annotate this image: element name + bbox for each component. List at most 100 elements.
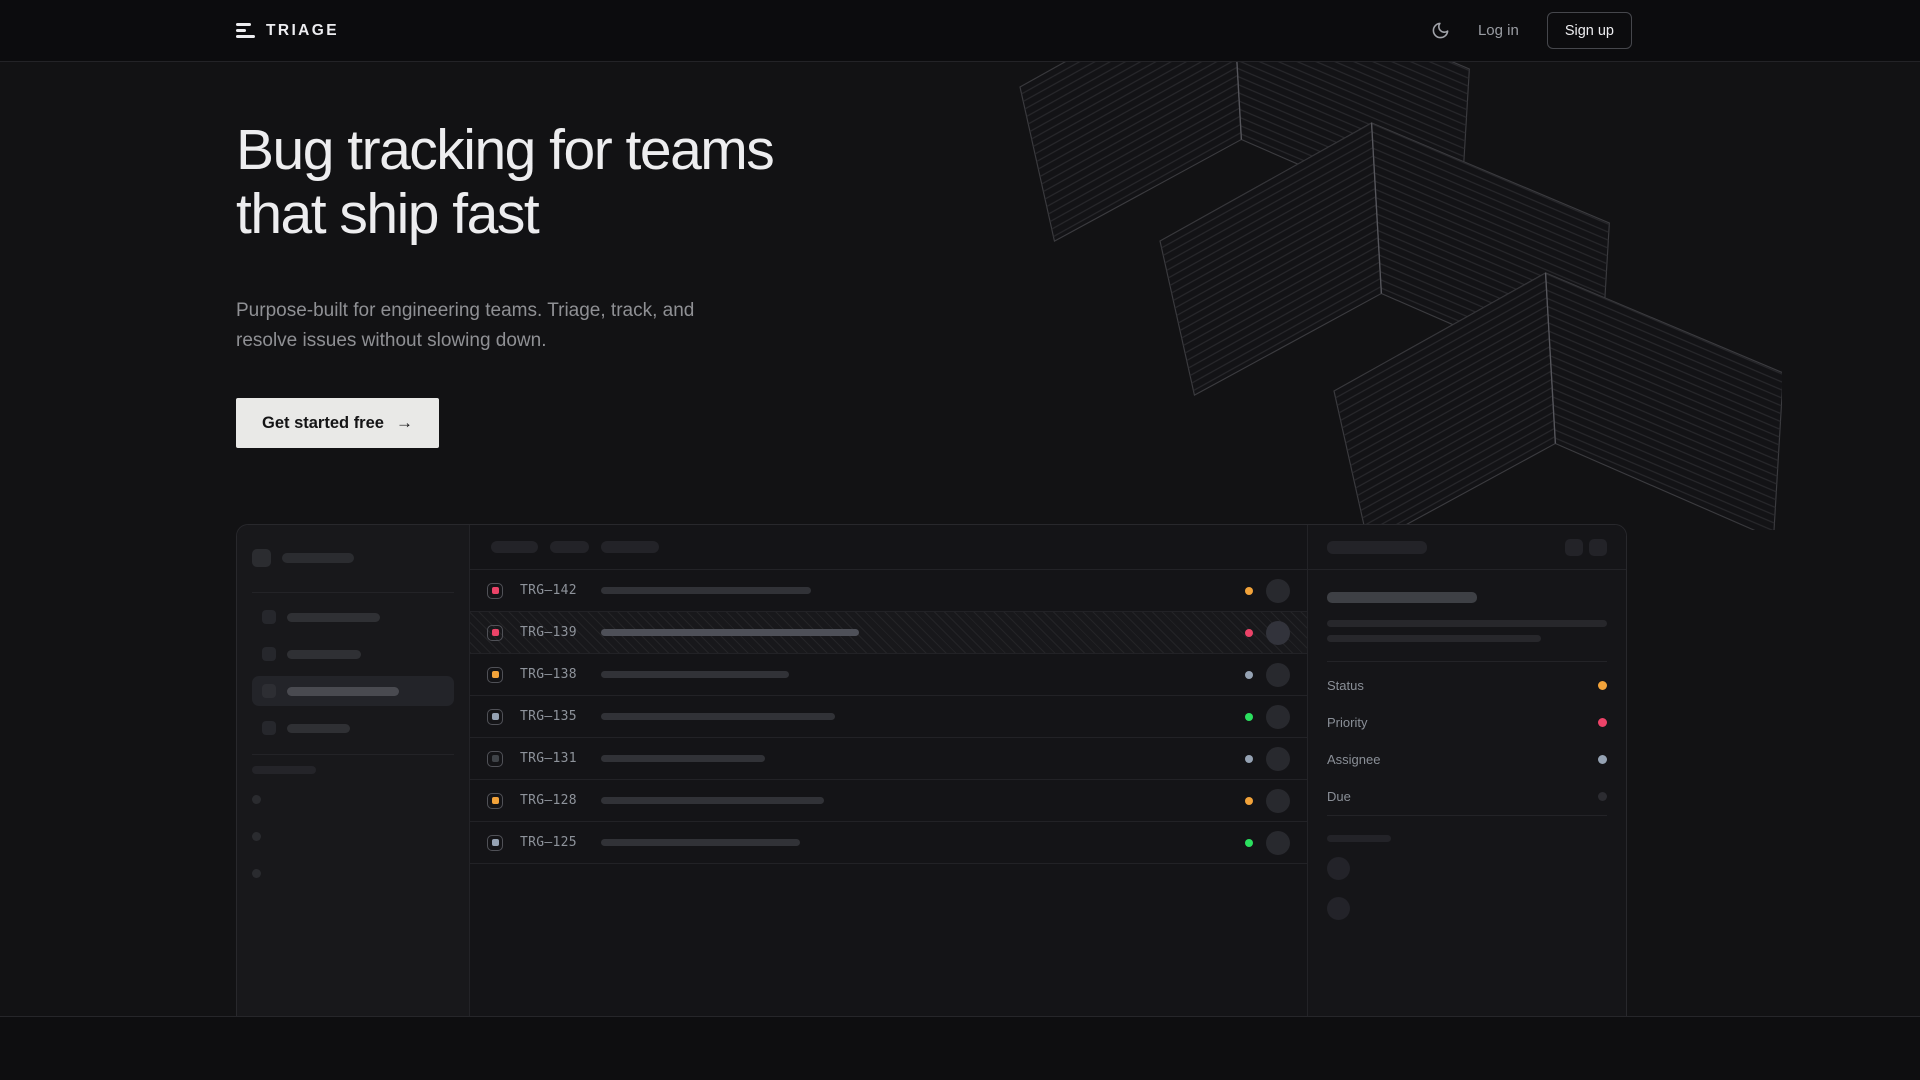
property-row[interactable]: Status xyxy=(1327,667,1607,704)
detail-breadcrumb-skeleton xyxy=(1327,541,1427,554)
sidebar-dot-skeleton xyxy=(252,795,261,804)
issue-type-icon[interactable] xyxy=(487,793,503,809)
issue-skeleton-bar xyxy=(601,587,811,594)
issue-id: TRG–125 xyxy=(520,835,588,850)
property-value-dot xyxy=(1598,718,1607,727)
issue-skeleton-bar xyxy=(601,755,765,762)
property-row[interactable]: Due xyxy=(1327,778,1607,815)
issue-row[interactable]: TRG–135 xyxy=(470,696,1307,738)
detail-text-skeleton xyxy=(1327,635,1541,642)
sidebar-nav-icon xyxy=(262,721,276,735)
sidebar-nav-item[interactable] xyxy=(252,602,454,632)
sidebar-nav xyxy=(252,602,454,743)
issue-type-icon[interactable] xyxy=(487,709,503,725)
sidebar-divider xyxy=(252,592,454,593)
login-link[interactable]: Log in xyxy=(1478,22,1519,39)
issue-id: TRG–131 xyxy=(520,751,588,766)
issue-row[interactable]: TRG–125 xyxy=(470,822,1307,864)
assignee-avatar[interactable] xyxy=(1266,621,1290,645)
sidebar-nav-label-skeleton xyxy=(287,613,380,622)
issue-skeleton-bar xyxy=(601,797,824,804)
hero-title: Bug tracking for teams that ship fast xyxy=(236,118,1632,246)
issue-skeleton-bar xyxy=(601,839,800,846)
issue-type-dot xyxy=(492,629,499,636)
assignee-avatar[interactable] xyxy=(1266,705,1290,729)
sidebar-dot-skeleton xyxy=(252,832,261,841)
issue-status-dot xyxy=(1245,797,1253,805)
hero-title-line1: Bug tracking for teams xyxy=(236,118,1632,182)
hero-subtitle: Purpose-built for engineering teams. Tri… xyxy=(236,296,1632,356)
sidebar-nav-icon xyxy=(262,684,276,698)
issue-skeleton-bar xyxy=(601,713,835,720)
issue-type-icon[interactable] xyxy=(487,835,503,851)
property-row[interactable]: Priority xyxy=(1327,704,1607,741)
issue-type-dot xyxy=(492,713,499,720)
list-tab-skeleton[interactable] xyxy=(550,541,589,553)
property-row[interactable]: Assignee xyxy=(1327,741,1607,778)
sidebar-nav-item[interactable] xyxy=(252,676,454,706)
property-list: Status Priority Assignee Due xyxy=(1327,667,1607,815)
property-value-dot xyxy=(1598,681,1607,690)
sidebar-nav-label-skeleton xyxy=(287,724,350,733)
sidebar-nav-icon xyxy=(262,610,276,624)
issue-type-icon[interactable] xyxy=(487,583,503,599)
issue-row[interactable]: TRG–128 xyxy=(470,780,1307,822)
issue-id: TRG–138 xyxy=(520,667,588,682)
comment-avatar-skeleton xyxy=(1327,857,1350,880)
app-preview-card: TRG–142 TRG–139 TRG–138 TRG–135 xyxy=(236,524,1627,1016)
issue-id: TRG–128 xyxy=(520,793,588,808)
issue-type-icon[interactable] xyxy=(487,667,503,683)
triage-bars-icon xyxy=(236,23,255,39)
issue-status-dot xyxy=(1245,755,1253,763)
sidebar-divider xyxy=(252,754,454,755)
issue-skeleton-bar xyxy=(601,629,859,636)
issue-row[interactable]: TRG–131 xyxy=(470,738,1307,780)
detail-title-skeleton xyxy=(1327,592,1477,603)
list-header xyxy=(470,525,1307,570)
issue-status-dot xyxy=(1245,671,1253,679)
assignee-avatar[interactable] xyxy=(1266,747,1290,771)
detail-action-button[interactable] xyxy=(1565,539,1583,556)
workspace-avatar xyxy=(252,549,271,567)
assignee-avatar[interactable] xyxy=(1266,663,1290,687)
issue-id: TRG–142 xyxy=(520,583,588,598)
property-label: Status xyxy=(1327,678,1364,693)
sidebar-nav-item[interactable] xyxy=(252,713,454,743)
issue-skeleton-bar xyxy=(601,671,789,678)
panel-divider xyxy=(1327,815,1607,816)
signup-button[interactable]: Sign up xyxy=(1547,12,1632,49)
activity-label-skeleton xyxy=(1327,835,1391,842)
workspace-switcher[interactable] xyxy=(252,549,454,567)
brand-name: TRIAGE xyxy=(266,22,339,40)
workspace-name-skeleton xyxy=(282,553,354,563)
issue-row[interactable]: TRG–138 xyxy=(470,654,1307,696)
issue-list: TRG–142 TRG–139 TRG–138 TRG–135 xyxy=(470,570,1307,864)
get-started-button[interactable]: Get started free → xyxy=(236,398,439,448)
issue-status-dot xyxy=(1245,713,1253,721)
theme-toggle-button[interactable] xyxy=(1431,21,1450,40)
sidebar-nav-label-skeleton xyxy=(287,687,399,696)
list-tab-skeleton[interactable] xyxy=(491,541,538,553)
issue-row[interactable]: TRG–139 xyxy=(470,612,1307,654)
hero-title-line2: that ship fast xyxy=(236,182,1632,246)
page-footer xyxy=(0,1016,1920,1080)
mockup-sidebar xyxy=(237,525,470,1016)
issue-type-dot xyxy=(492,755,499,762)
issue-id: TRG–139 xyxy=(520,625,588,640)
issue-status-dot xyxy=(1245,839,1253,847)
sidebar-dot-skeleton xyxy=(252,869,261,878)
assignee-avatar[interactable] xyxy=(1266,579,1290,603)
issue-row[interactable]: TRG–142 xyxy=(470,570,1307,612)
brand-logo[interactable]: TRIAGE xyxy=(236,22,339,40)
list-tab-skeleton[interactable] xyxy=(601,541,659,553)
issue-type-icon[interactable] xyxy=(487,625,503,641)
property-value-dot xyxy=(1598,755,1607,764)
property-label: Priority xyxy=(1327,715,1367,730)
sidebar-nav-item[interactable] xyxy=(252,639,454,669)
assignee-avatar[interactable] xyxy=(1266,831,1290,855)
detail-action-button[interactable] xyxy=(1589,539,1607,556)
issue-type-icon[interactable] xyxy=(487,751,503,767)
comment-avatar-skeleton xyxy=(1327,897,1350,920)
assignee-avatar[interactable] xyxy=(1266,789,1290,813)
hero-section: Bug tracking for teams that ship fast Pu… xyxy=(0,62,1920,1016)
